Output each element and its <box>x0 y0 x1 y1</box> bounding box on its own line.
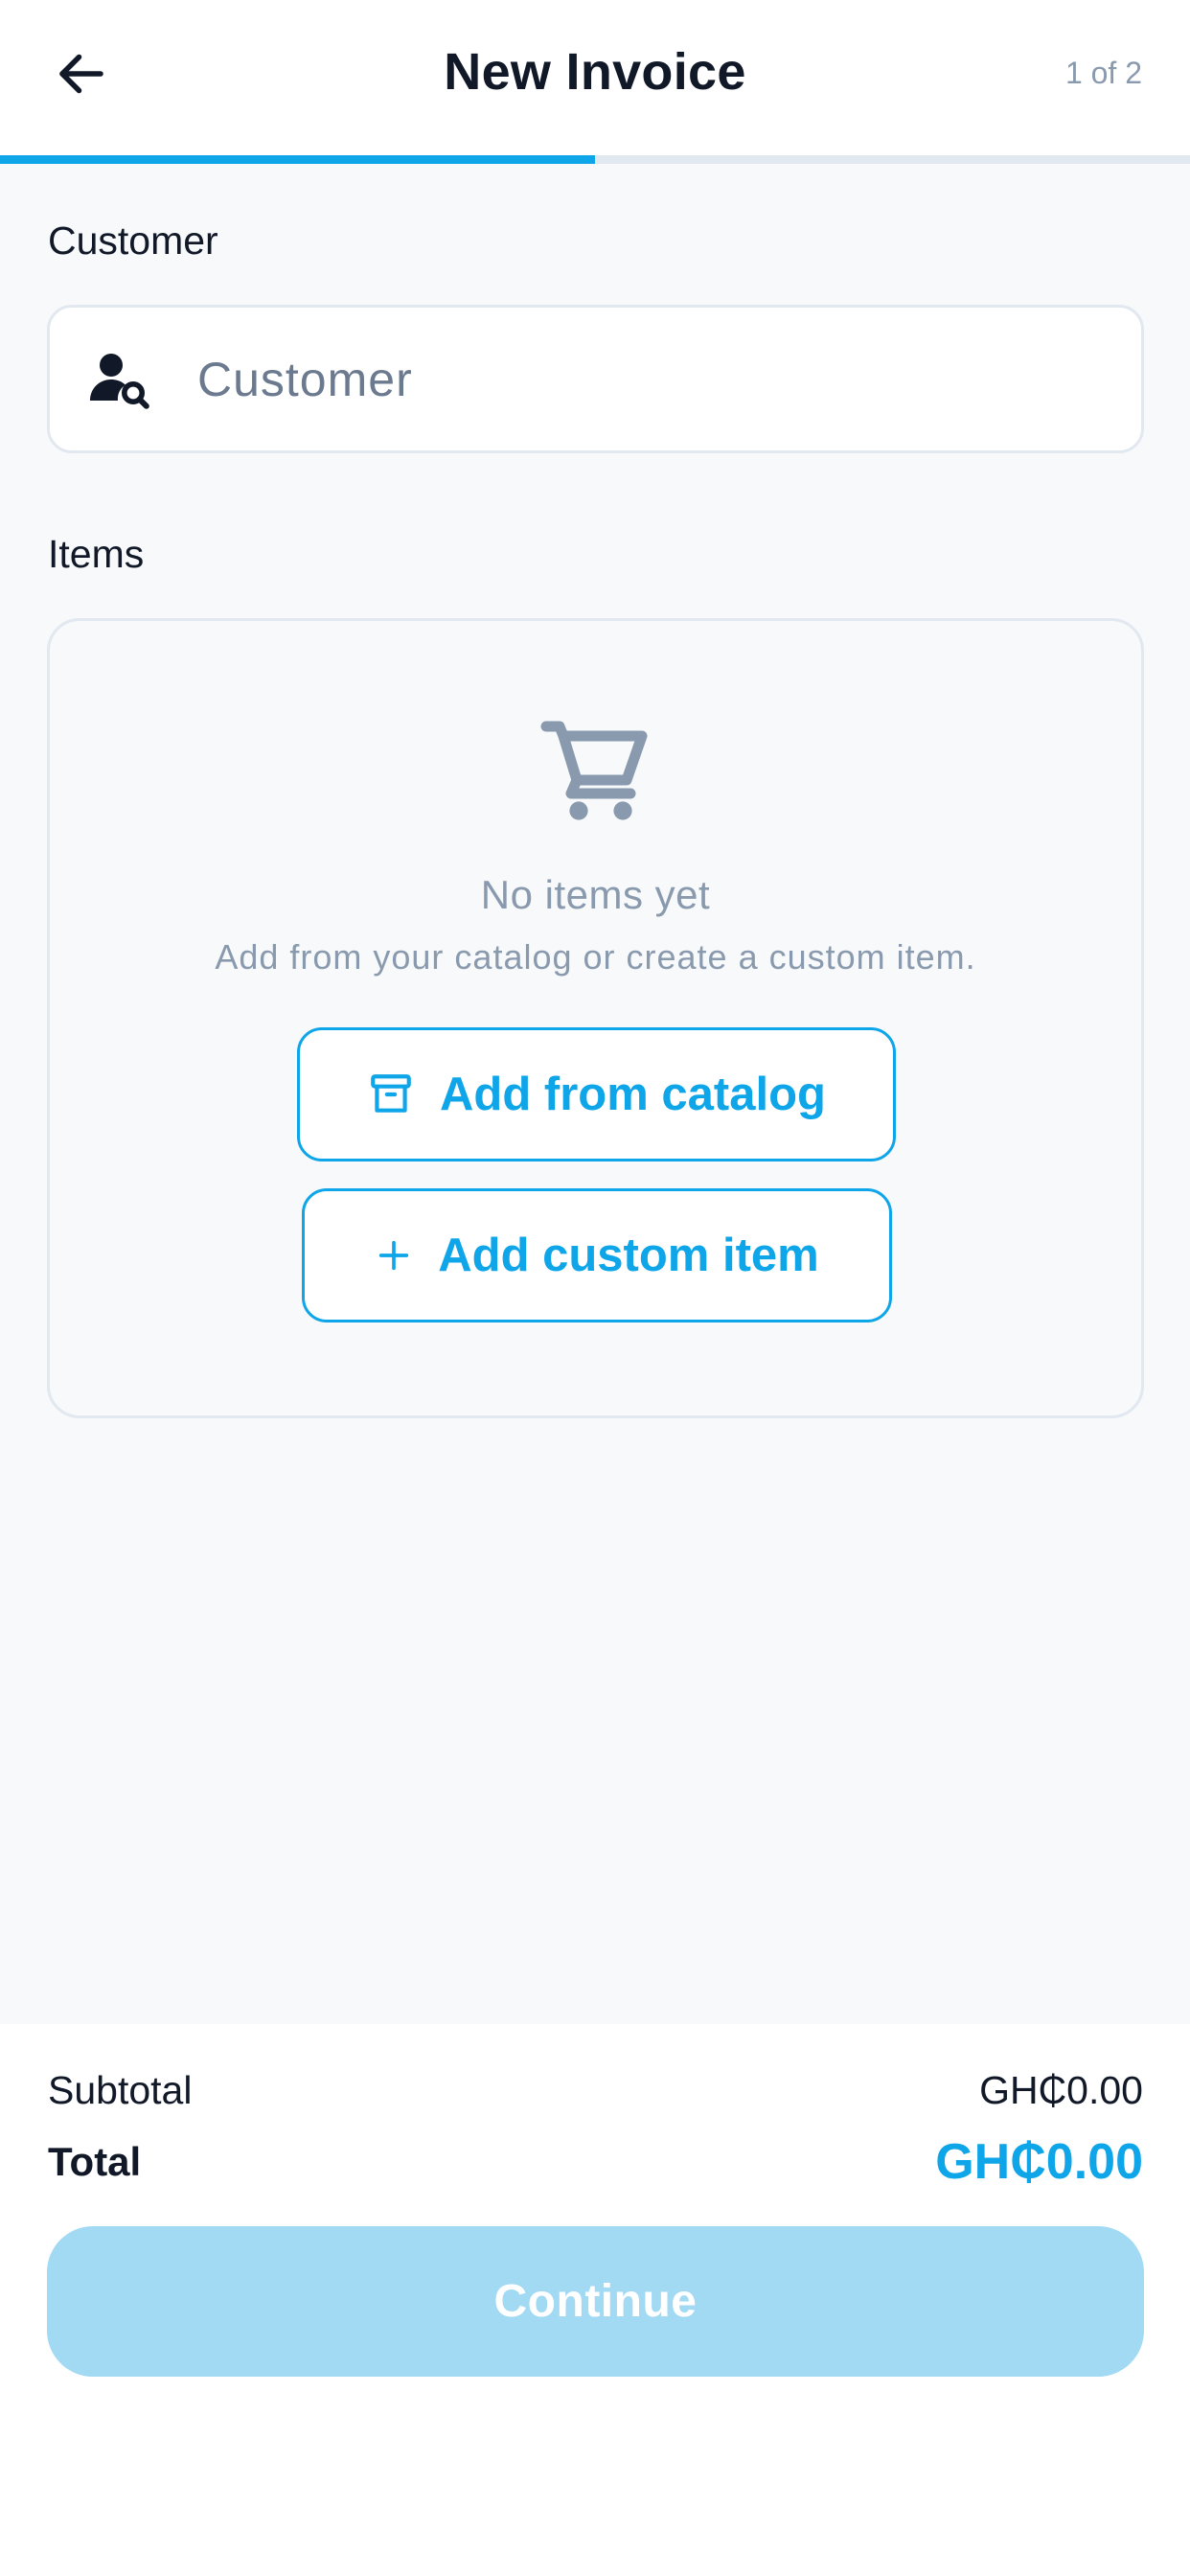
archive-box-icon <box>367 1070 415 1118</box>
customer-section-label: Customer <box>48 218 218 263</box>
subtotal-label: Subtotal <box>48 2068 193 2112</box>
user-search-icon <box>84 345 153 414</box>
shopping-cart-icon <box>540 721 648 820</box>
add-custom-item-button[interactable]: Add custom item <box>302 1188 892 1322</box>
empty-state-subtitle: Add from your catalog or create a custom… <box>215 937 976 977</box>
invoice-summary-footer: Subtotal GH₵0.00 Total GH₵0.00 Continue <box>0 2024 1190 2576</box>
add-custom-item-label: Add custom item <box>438 1230 819 1281</box>
continue-button[interactable]: Continue <box>47 2226 1144 2377</box>
customer-input[interactable] <box>197 351 1141 407</box>
progress-bar <box>0 155 1190 164</box>
add-from-catalog-button[interactable]: Add from catalog <box>297 1027 896 1162</box>
items-empty-state: No items yet Add from your catalog or cr… <box>47 618 1144 1418</box>
subtotal-value: GH₵0.00 <box>979 2068 1143 2112</box>
plus-icon <box>375 1236 413 1275</box>
subtotal-row: Subtotal GH₵0.00 <box>48 2068 1143 2113</box>
app-header: New Invoice 1 of 2 <box>0 0 1190 155</box>
items-section-label: Items <box>48 532 145 576</box>
page-title: New Invoice <box>444 43 746 101</box>
add-from-catalog-label: Add from catalog <box>440 1069 826 1120</box>
total-label: Total <box>48 2139 142 2184</box>
step-indicator: 1 of 2 <box>1064 56 1142 90</box>
total-row: Total GH₵0.00 <box>48 2133 1143 2191</box>
empty-state-title: No items yet <box>480 872 711 917</box>
customer-search-field[interactable] <box>47 305 1144 453</box>
total-value: GH₵0.00 <box>935 2134 1143 2190</box>
progress-bar-fill <box>0 155 595 164</box>
